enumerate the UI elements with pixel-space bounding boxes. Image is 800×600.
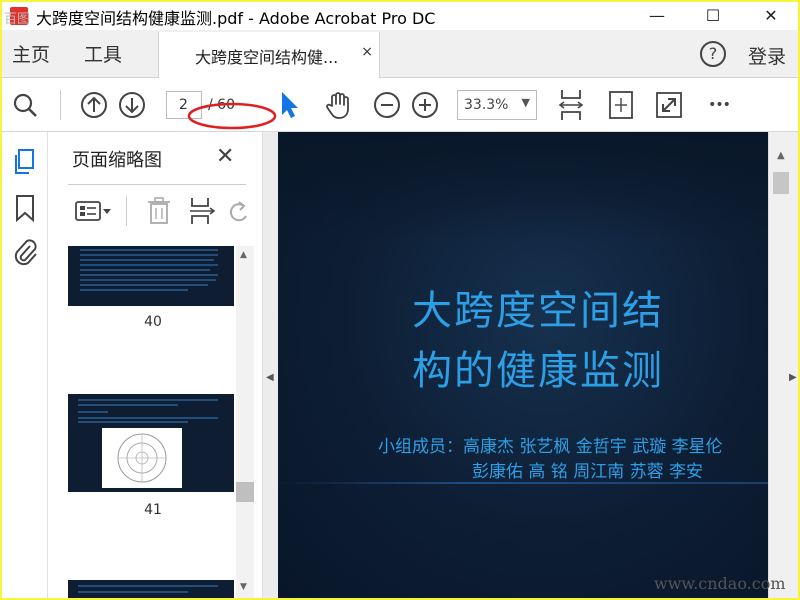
arrow-up-circle-icon [81,92,107,118]
collapse-panel-icon[interactable]: ◀ [266,372,274,383]
thumbnails-list: 40 41 [48,246,262,598]
slide-divider-line [278,482,768,484]
collapse-right-icon[interactable]: ▶ [789,372,797,383]
attachments-button[interactable] [12,236,38,270]
plus-circle-icon [412,92,438,118]
help-button[interactable]: ? [700,41,726,67]
previous-page-button[interactable] [79,90,109,120]
zoom-level-value: 33.3% [464,97,509,113]
panel-close-icon[interactable]: ✕ [216,144,234,169]
panel-title: 页面缩略图 [72,150,162,171]
scroll-up-icon[interactable]: ▲ [777,150,785,161]
maximize-button[interactable]: ☐ [690,2,736,28]
thumbnail-text-preview [80,249,218,291]
document-tab-close-icon[interactable]: × [361,44,373,60]
cursor-arrow-icon [282,92,298,118]
thumbnails-scrollbar[interactable]: ▲ ▼ [236,246,254,598]
minimize-icon: — [649,5,665,25]
fit-page-view-button[interactable] [606,90,636,120]
page-thumbnails-button[interactable] [12,148,38,180]
delete-page-button[interactable] [146,196,172,230]
watermark-top: 百图 [4,12,31,27]
acrobat-window: 大跨度空间结构健康监测.pdf - Adobe Acrobat Pro DC —… [2,2,798,598]
list-options-icon [75,201,111,221]
expand-icon [656,92,682,118]
maximize-icon: ☐ [705,5,721,25]
toolbar-separator [60,90,61,120]
document-tab-label: 大跨度空间结构健... [195,48,339,67]
red-ellipse-annotation [187,102,277,130]
bookmark-icon [16,195,34,223]
rotate-icon [229,201,247,222]
watermark: www.cndao.com [654,574,786,593]
insert-page-button[interactable] [188,196,216,230]
next-page-button[interactable] [117,90,147,120]
thumbnail-page-number: 41 [144,502,162,518]
slide-background-fade [278,132,768,242]
scroll-down-icon[interactable]: ▼ [240,582,247,592]
insert-pages-icon [190,198,216,224]
thumbnail-page-number: 40 [144,314,162,330]
tools-tab[interactable]: 工具 [84,40,122,67]
panel-toolbar-separator [126,196,127,226]
title-bar: 大跨度空间结构健康监测.pdf - Adobe Acrobat Pro DC —… [2,2,798,30]
select-tool-button[interactable] [274,90,304,120]
login-button[interactable]: 登录 [748,42,786,69]
slide-members-line-1: 小组成员：高康杰 张艺枫 金哲宇 武璇 李星伦 [378,437,723,457]
slide-title-line-2: 构的健康监测 [412,348,664,394]
minus-circle-icon [374,92,400,118]
home-tab[interactable]: 主页 [12,40,50,67]
close-window-button[interactable]: ✕ [748,2,794,28]
panel-divider [68,184,246,185]
toolbar: 2 / 60 33.3% ▼ ••• [2,78,798,132]
hand-icon [326,92,349,119]
zoom-out-button[interactable] [372,90,402,120]
tab-bar: 主页 工具 大跨度空间结构健... × ? 登录 [2,30,798,79]
scrollbar-thumb[interactable] [236,482,254,502]
page-thumbnail[interactable] [68,246,234,306]
fit-width-icon [558,90,584,120]
close-icon: ✕ [764,5,778,25]
search-button[interactable] [10,90,40,120]
search-icon [13,93,37,117]
thumbnails-panel: 页面缩略图 ✕ 40 41 ▲ ▼ [48,132,262,598]
scroll-up-icon[interactable]: ▲ [240,250,247,260]
slide-title-line-1: 大跨度空间结 [412,288,664,334]
fit-page-icon [609,91,633,119]
minimize-button[interactable]: — [634,2,680,28]
bookmarks-button[interactable] [14,194,36,226]
document-tab[interactable]: 大跨度空间结构健... × [158,32,380,79]
document-viewer: 大跨度空间结 构的健康监测 小组成员：高康杰 张艺枫 金哲宇 武璇 李星伦 彭康… [278,132,768,598]
slide-members-line-2: 彭康佑 高 铭 周江南 苏蓉 李安 [472,462,704,482]
viewer-scrollbar[interactable]: ▲ ▶ [768,132,798,598]
slide-page: 大跨度空间结 构的健康监测 小组成员：高康杰 张艺枫 金哲宇 武璇 李星伦 彭康… [278,132,768,598]
full-screen-button[interactable] [654,90,684,120]
zoom-in-button[interactable] [410,90,440,120]
rotate-page-button[interactable] [228,198,250,228]
fit-page-button[interactable] [556,90,586,120]
scrollbar-thumb[interactable] [773,172,789,194]
chevron-down-icon: ▼ [521,96,530,109]
page-thumbnails-icon [15,149,34,174]
page-thumbnail[interactable] [68,394,234,492]
trash-icon [148,197,170,224]
zoom-level-select[interactable]: 33.3% ▼ [457,90,537,120]
navigation-rail [2,132,48,598]
thumbnail-options-button[interactable] [74,198,114,224]
window-title: 大跨度空间结构健康监测.pdf - Adobe Acrobat Pro DC [36,9,436,28]
paperclip-icon [14,239,37,266]
arrow-down-circle-icon [119,92,145,118]
thumbnail-text-preview [78,585,218,593]
panel-splitter[interactable]: ◀ [262,132,278,598]
more-tools-button[interactable]: ••• [704,90,734,120]
page-thumbnail[interactable] [68,580,234,598]
hand-tool-button[interactable] [323,90,353,120]
thumbnail-diagram-preview [78,399,218,488]
